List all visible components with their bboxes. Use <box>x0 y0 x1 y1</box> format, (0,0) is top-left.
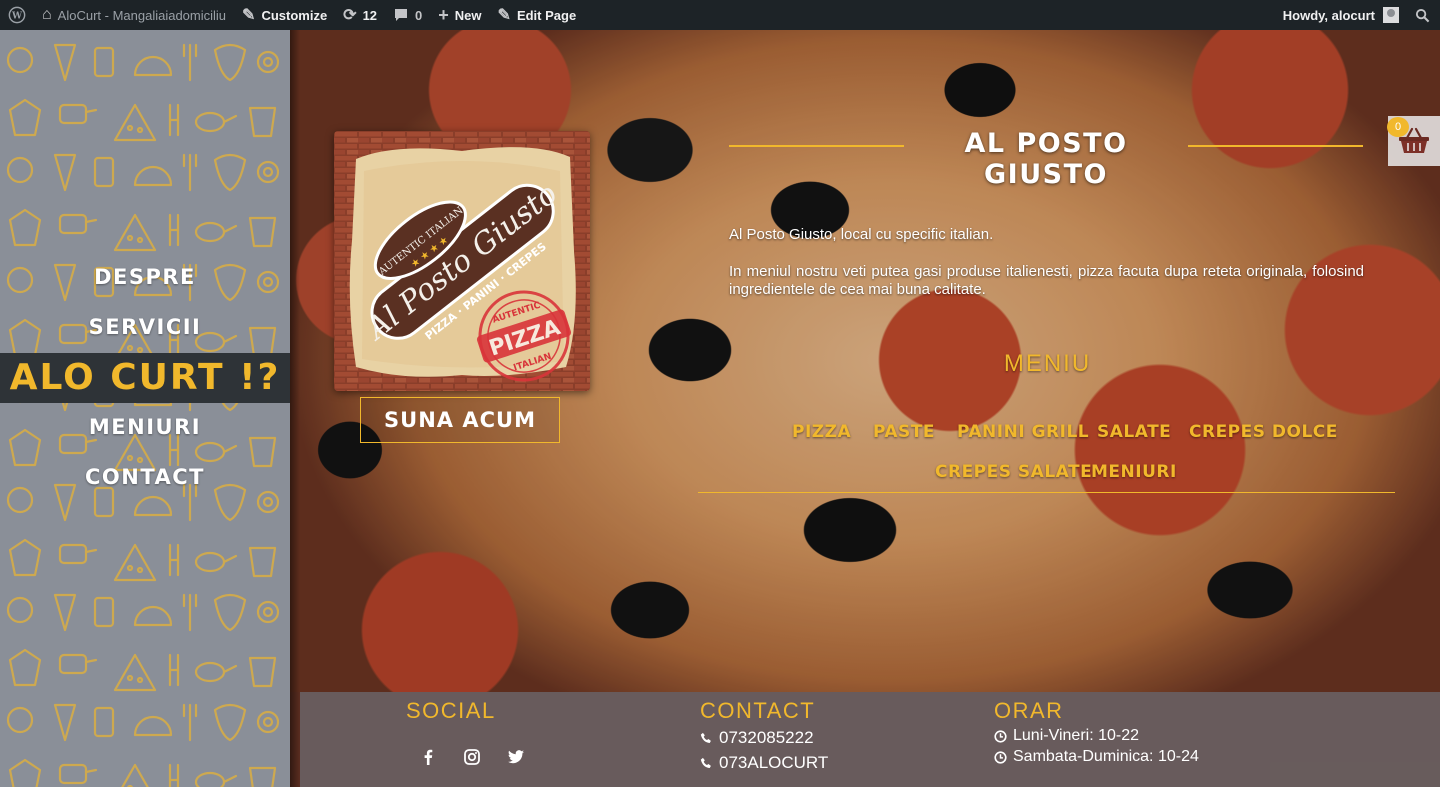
clock-icon <box>994 729 1007 743</box>
menu-title: MENIU <box>1003 350 1092 377</box>
menu-link-meniuri[interactable]: MENIURI <box>1091 462 1177 482</box>
edit-page-label: Edit Page <box>516 7 577 23</box>
site-name-label: AloCurt - Mangaliaiadomiciliu <box>57 7 227 23</box>
edit-page-link[interactable]: ✎ Edit Page <box>490 0 585 30</box>
contact-title: CONTACT <box>700 698 816 723</box>
pencil-icon: ✎ <box>497 7 511 24</box>
instagram-icon[interactable] <box>463 748 481 766</box>
menu-link-crepes-dolce[interactable]: CREPES DOLCE <box>1189 422 1338 442</box>
account-menu[interactable]: Howdy, alocurt <box>1275 0 1407 30</box>
page-title: AL POSTO GIUSTO <box>964 128 1128 190</box>
hours-weekday-text: Luni-Vineri: 10-22 <box>1013 727 1140 744</box>
title-divider-left <box>729 145 904 147</box>
phone-1[interactable]: 0732085222 <box>700 728 814 748</box>
nav-item-despre[interactable]: DESPRE <box>0 265 290 289</box>
title-divider-right <box>1188 145 1363 147</box>
svg-text:W: W <box>11 12 23 22</box>
phone-2[interactable]: 073ALOCURT <box>700 753 828 773</box>
avatar <box>1383 7 1399 23</box>
call-now-button[interactable]: SUNA ACUM <box>360 397 560 443</box>
menu-link-salate[interactable]: SALATE <box>1097 422 1171 442</box>
nav-item-alo-curt-active[interactable]: ALO CURT !? <box>0 353 290 403</box>
al-posto-giusto-logo: Al Posto Giusto PIZZA · PANINI · CREPES … <box>334 131 590 391</box>
facebook-icon[interactable] <box>419 748 437 766</box>
howdy-label: Howdy, alocurt <box>1282 7 1375 23</box>
hours-weekend-text: Sambata-Duminica: 10-24 <box>1013 748 1199 765</box>
phone-2-text: 073ALOCURT <box>719 753 829 772</box>
wordpress-icon: W <box>8 6 26 24</box>
cart-count-badge: 0 <box>1387 117 1409 137</box>
home-icon: ⌂ <box>42 6 52 23</box>
food-doodle-pattern <box>6 43 280 787</box>
intro-text: Al Posto Giusto, local cu specific itali… <box>729 226 994 243</box>
hours-weekend: Sambata-Duminica: 10-24 <box>994 748 1199 766</box>
new-content-link[interactable]: + New <box>430 0 489 30</box>
wp-admin-bar: W ⌂ AloCurt - Mangaliaiadomiciliu ✎ Cust… <box>0 0 1440 30</box>
nav-item-meniuri[interactable]: MENIURI <box>0 415 290 439</box>
phone-icon <box>700 757 713 770</box>
footer: SOCIAL CONTACT 0732085222 073ALOCURT ORA… <box>300 692 1440 787</box>
sidebar: DESPRE SERVICII MENIURI CONTACT <box>0 30 290 787</box>
new-label: New <box>454 7 482 23</box>
wp-logo-menu[interactable]: W <box>0 0 34 30</box>
updates-count: 12 <box>362 7 378 23</box>
social-title: SOCIAL <box>406 698 496 723</box>
menu-link-paste[interactable]: PASTE <box>873 422 935 442</box>
customize-label: Customize <box>261 7 328 23</box>
menu-link-pizza[interactable]: PIZZA <box>792 422 851 442</box>
comments-count: 0 <box>415 7 423 23</box>
updates-link[interactable]: ⟳ 12 <box>335 0 385 30</box>
menu-link-panini-grill[interactable]: PANINI GRILL <box>957 422 1089 442</box>
hours-weekday: Luni-Vineri: 10-22 <box>994 727 1139 745</box>
phone-icon <box>700 732 713 745</box>
plus-icon: + <box>438 4 449 25</box>
menu-link-crepes-salate[interactable]: CREPES SALATE <box>935 462 1092 482</box>
site-name-link[interactable]: ⌂ AloCurt - Mangaliaiadomiciliu <box>34 0 234 30</box>
description-text: In meniul nostru veti putea gasi produse… <box>729 263 1364 298</box>
clock-icon <box>994 750 1007 764</box>
nav-item-servicii[interactable]: SERVICII <box>0 315 290 339</box>
hours-title: ORAR <box>994 698 1064 723</box>
search-icon <box>1415 8 1430 22</box>
twitter-icon[interactable] <box>507 748 525 766</box>
customize-link[interactable]: ✎ Customize <box>234 0 335 30</box>
admin-search-button[interactable] <box>1407 0 1440 30</box>
brush-icon: ✎ <box>242 7 256 24</box>
phone-1-text: 0732085222 <box>719 728 814 747</box>
sidebar-edge-shadow <box>290 30 300 787</box>
menu-divider <box>698 492 1395 493</box>
comment-icon <box>395 9 408 21</box>
refresh-icon: ⟳ <box>343 7 357 24</box>
comments-link[interactable]: 0 <box>385 0 430 30</box>
nav-item-contact[interactable]: CONTACT <box>0 465 290 489</box>
